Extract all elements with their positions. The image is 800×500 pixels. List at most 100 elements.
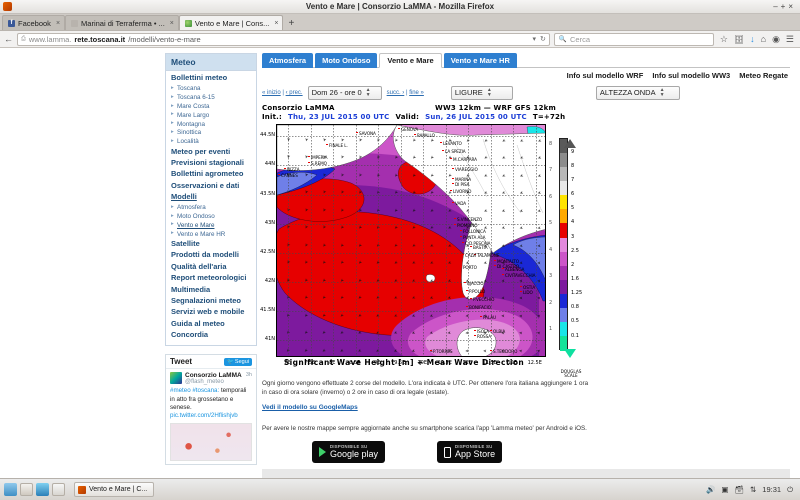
sidebar-item-multimedia[interactable]: Multimedia	[166, 284, 256, 295]
sidebar-item-prodotti-da-modelli[interactable]: Prodotti da modelli	[166, 250, 256, 261]
sidebar-item-qualit-dell-aria[interactable]: Qualità dell'aria	[166, 261, 256, 272]
window-controls[interactable]: –+×	[773, 2, 796, 11]
tab-vento-e-mare[interactable]: Vento e Mare	[379, 53, 442, 68]
nav-first-link[interactable]: « inizio	[262, 90, 281, 96]
douglas-tick-label: 2	[549, 299, 553, 306]
home-icon[interactable]	[4, 483, 17, 496]
info-link-info-sul-modello-ww3[interactable]: Info sul modello WW3	[652, 71, 730, 80]
minimize-button[interactable]: –	[773, 2, 780, 11]
reader-icon[interactable]: 🗄	[734, 35, 744, 44]
sidebar-item-satellite[interactable]: Satellite	[166, 239, 256, 250]
app-store-button[interactable]: Disponibile su App Store	[437, 441, 503, 464]
tab-moto-ondoso[interactable]: Moto Ondoso	[315, 53, 378, 68]
download-icon[interactable]: ↓	[750, 34, 755, 44]
browser-tab-marinai[interactable]: Marinai di Terraferma • ... ×	[65, 15, 179, 30]
time-nav-links[interactable]: « inizio | ‹ prec.	[262, 90, 303, 96]
twitter-follow-button[interactable]: 🐦 Segui	[224, 357, 252, 366]
douglas-tick-label: 5	[549, 220, 553, 227]
close-button[interactable]: ×	[788, 2, 796, 11]
pocket-icon[interactable]: ◉	[772, 34, 780, 45]
new-tab-button[interactable]: +	[283, 18, 299, 30]
wave-height-map[interactable]: ➤ ➤ ➤ ➤ ➤ ➤ ➤ ➤ ➤ ➤ ➤ ➤ ➤ ➤ ➤ ➤ ➤ ➤ ➤ ➤ ➤ ➤ ➤ ➤ ➤ ➤ ➤ ➤ ➤ ➤ ➤ ➤ ➤ ➤ ➤ ➤ ➤ ➤ ➤ ➤…	[276, 123, 546, 357]
sidebar-item-meteo-per-eventi[interactable]: Meteo per eventi	[166, 146, 256, 157]
wave-direction-arrow: ➤	[536, 241, 542, 248]
archive-icon[interactable]: 🗃	[734, 485, 744, 494]
sidebar-item-guida-al-meteo[interactable]: Guida al meteo	[166, 318, 256, 329]
sidebar-item-toscana[interactable]: Toscana	[166, 84, 256, 93]
sidebar-item-bollettini-agrometeo[interactable]: Bollettini agrometeo	[166, 169, 256, 180]
power-icon[interactable]: ⏻	[787, 485, 793, 495]
city-label: PALAU	[483, 314, 496, 320]
area-select[interactable]: LIGURE ▲ ▼	[450, 86, 513, 100]
date-select[interactable]: Dom 26 - ore 0 ▲ ▼	[307, 86, 382, 100]
sidebar-item-atmosfera[interactable]: Atmosfera	[166, 203, 256, 212]
time-nav-links-2[interactable]: succ. › | fine »	[387, 90, 424, 96]
info-link-meteo-regate[interactable]: Meteo Regate	[739, 71, 788, 80]
sidebar-item-localit[interactable]: Località	[166, 137, 256, 146]
city-marker	[450, 157, 452, 160]
display-icon[interactable]: ▣	[721, 485, 728, 494]
sidebar-item-mare-largo[interactable]: Mare Largo	[166, 111, 256, 120]
sidebar-item-report-meteorologici[interactable]: Report meteorologici	[166, 273, 256, 284]
files-icon[interactable]	[20, 483, 33, 496]
menu-icon[interactable]: ☰	[786, 34, 794, 45]
colorbar-tick-label: 1.6	[571, 276, 579, 283]
footer-band	[262, 469, 790, 478]
sidebar-item-montagna[interactable]: Montagna	[166, 120, 256, 129]
sidebar-item-osservazioni-e-dati[interactable]: Osservazioni e dati	[166, 180, 256, 191]
colorbar-tick-label: 8	[571, 162, 575, 169]
figure-model: WW3 12km — WRF GFS 12km	[435, 103, 556, 112]
sidebar-item-label: Modelli	[171, 192, 197, 202]
twitter-handle[interactable]: @flash_meteo	[185, 379, 252, 385]
colorbar-tick-label: 6	[571, 191, 575, 198]
sidebar-item-vento-e-mare[interactable]: Vento e Mare	[166, 221, 256, 230]
chevron-down-icon[interactable]: ▾	[533, 35, 537, 43]
parameter-select[interactable]: ALTEZZA ONDA ▲ ▼	[595, 86, 680, 100]
home-icon[interactable]: ⌂	[761, 34, 766, 44]
search-input[interactable]: 🔍 Cerca	[553, 32, 714, 46]
close-icon[interactable]: ×	[170, 20, 174, 27]
sidebar-item-mare-costa[interactable]: Mare Costa	[166, 102, 256, 111]
volume-icon[interactable]: 🔊	[706, 485, 715, 494]
sidebar-item-toscana-6-15[interactable]: Toscana 6-15	[166, 93, 256, 102]
city-label: FOLLONICA	[463, 228, 486, 234]
forecast-map-figure: Consorzio LaMMA WW3 12km — WRF GFS 12km …	[260, 103, 592, 378]
tab-atmosfera[interactable]: Atmosfera	[262, 53, 314, 68]
bookmark-star-icon[interactable]: ☆	[720, 34, 728, 45]
browser-tab-facebook[interactable]: f Facebook ×	[2, 15, 66, 30]
window-icon[interactable]	[52, 483, 65, 496]
browser-tab-vento-e-mare[interactable]: Vento e Mare | Cons... ×	[178, 15, 284, 30]
wave-direction-arrow: ➤	[500, 294, 506, 300]
sidebar-item-sinottica[interactable]: Sinottica	[166, 129, 256, 138]
city-marker	[474, 334, 476, 337]
reload-icon[interactable]: ↻	[540, 35, 546, 43]
twitter-link[interactable]: pic.twitter.com/2Hflishjvb	[170, 412, 238, 419]
tab-vento-e-mare-hr[interactable]: Vento e Mare HR	[443, 53, 517, 68]
nav-next-link[interactable]: succ. ›	[387, 90, 405, 96]
network-icon[interactable]: ⇅	[750, 485, 756, 494]
address-bar[interactable]: ⎙ www.lamma. rete.toscana.it/modelli/vent…	[17, 32, 550, 46]
sidebar-item-segnalazioni-meteo[interactable]: Segnalazioni meteo	[166, 296, 256, 307]
twitter-image[interactable]	[170, 422, 252, 461]
sidebar-item-previsioni-stagionali[interactable]: Previsioni stagionali	[166, 158, 256, 169]
sidebar-item-modelli[interactable]: Modelli	[166, 192, 256, 203]
city-marker	[520, 290, 522, 293]
city-label: LIDO	[523, 289, 533, 295]
twitter-hashtags[interactable]: #meteo #toscana:	[170, 387, 219, 394]
sidebar-item-servizi-web-e-mobile[interactable]: Servizi web e mobile	[166, 307, 256, 318]
info-link-info-sul-modello-wrf[interactable]: Info sul modello WRF	[567, 71, 644, 80]
back-arrow-icon[interactable]: ←	[4, 34, 13, 44]
google-play-button[interactable]: DISPONIBILE SU Google play	[312, 441, 386, 464]
city-label: DI PISA	[455, 181, 470, 187]
folder-icon[interactable]	[36, 483, 49, 496]
nav-prev-link[interactable]: ‹ prec.	[286, 90, 303, 96]
close-icon[interactable]: ×	[56, 20, 60, 27]
sidebar-item-vento-e-mare-hr[interactable]: Vento e Mare HR	[166, 230, 256, 239]
sidebar-item-moto-ondoso[interactable]: Moto Ondoso	[166, 212, 256, 221]
close-icon[interactable]: ×	[274, 20, 278, 27]
nav-last-link[interactable]: fine »	[409, 90, 424, 96]
sidebar-item-bollettini-meteo[interactable]: Bollettini meteo	[166, 73, 256, 84]
taskbar-window-button[interactable]: Vento e Mare | C...	[74, 482, 155, 497]
googlemaps-link[interactable]: Vedi il modello su GoogleMaps	[262, 404, 358, 411]
sidebar-item-concordia[interactable]: Concordia	[166, 330, 256, 341]
